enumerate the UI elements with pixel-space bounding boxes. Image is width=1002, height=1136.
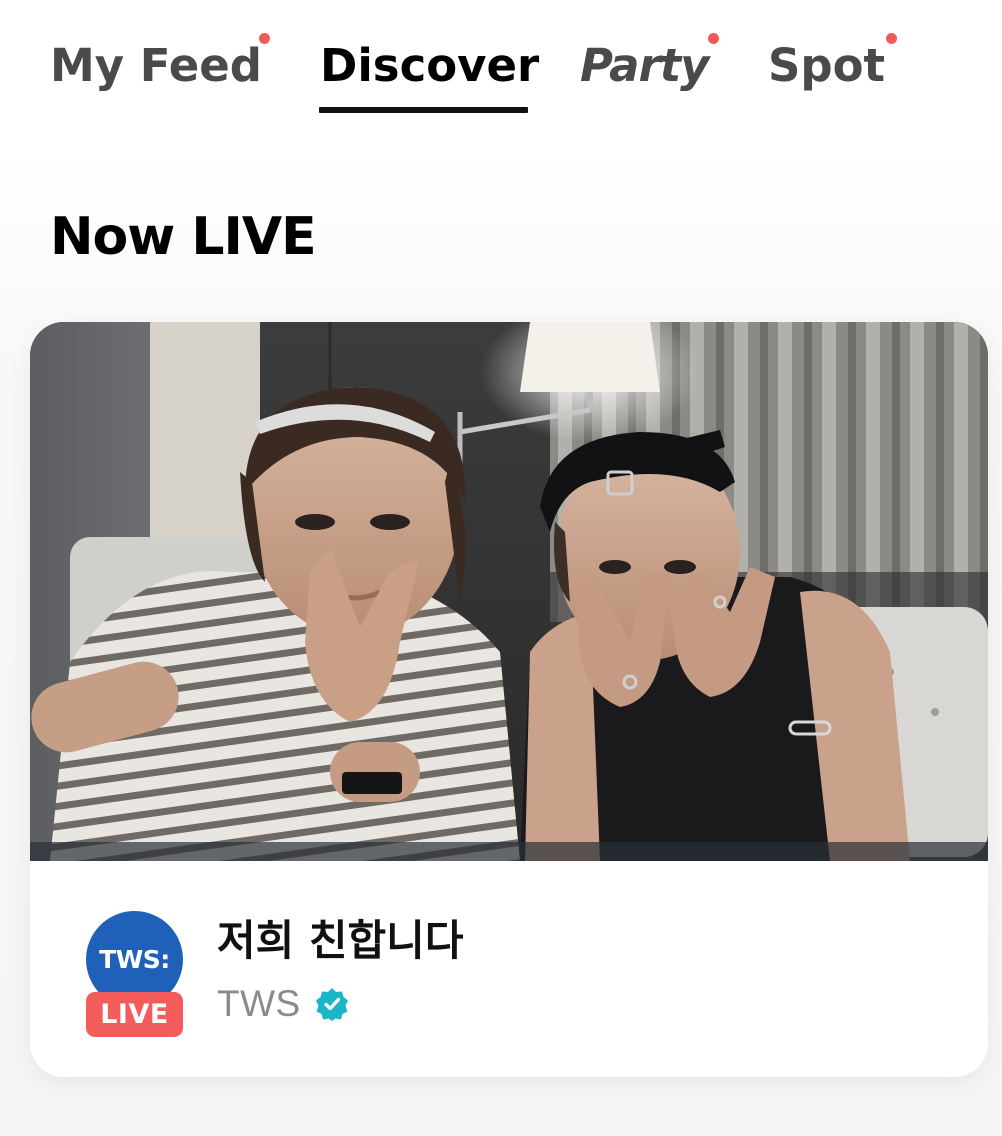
section-title-now-live: Now LIVE xyxy=(50,207,317,267)
tab-discover[interactable]: Discover xyxy=(320,38,539,94)
page: My Feed Discover Party Spot Now LIVE TWS… xyxy=(0,0,1002,1136)
tab-party[interactable]: Party xyxy=(580,38,710,94)
channel-avatar-group[interactable]: TWS: LIVE xyxy=(86,911,186,1041)
tab-spot[interactable]: Spot xyxy=(768,38,885,94)
tab-my-feed-notification-dot xyxy=(259,33,270,44)
channel-name[interactable]: TWS xyxy=(217,979,301,1029)
tab-spot-notification-dot xyxy=(886,33,897,44)
tab-party-notification-dot xyxy=(708,33,719,44)
top-tab-bar: My Feed Discover Party Spot xyxy=(0,0,1002,120)
live-thumbnail[interactable] xyxy=(30,322,988,861)
tab-my-feed[interactable]: My Feed xyxy=(50,38,262,94)
live-badge: LIVE xyxy=(86,992,183,1037)
live-card[interactable]: TWS: LIVE 저희 친합니다 TWS xyxy=(30,322,988,1077)
verified-badge-icon xyxy=(315,988,348,1021)
active-tab-indicator xyxy=(319,107,528,113)
channel-row: TWS xyxy=(217,979,349,1029)
live-thumbnail-image xyxy=(30,322,988,861)
live-card-info: TWS: LIVE 저희 친합니다 TWS xyxy=(30,861,988,1077)
live-title[interactable]: 저희 친합니다 xyxy=(217,913,463,969)
